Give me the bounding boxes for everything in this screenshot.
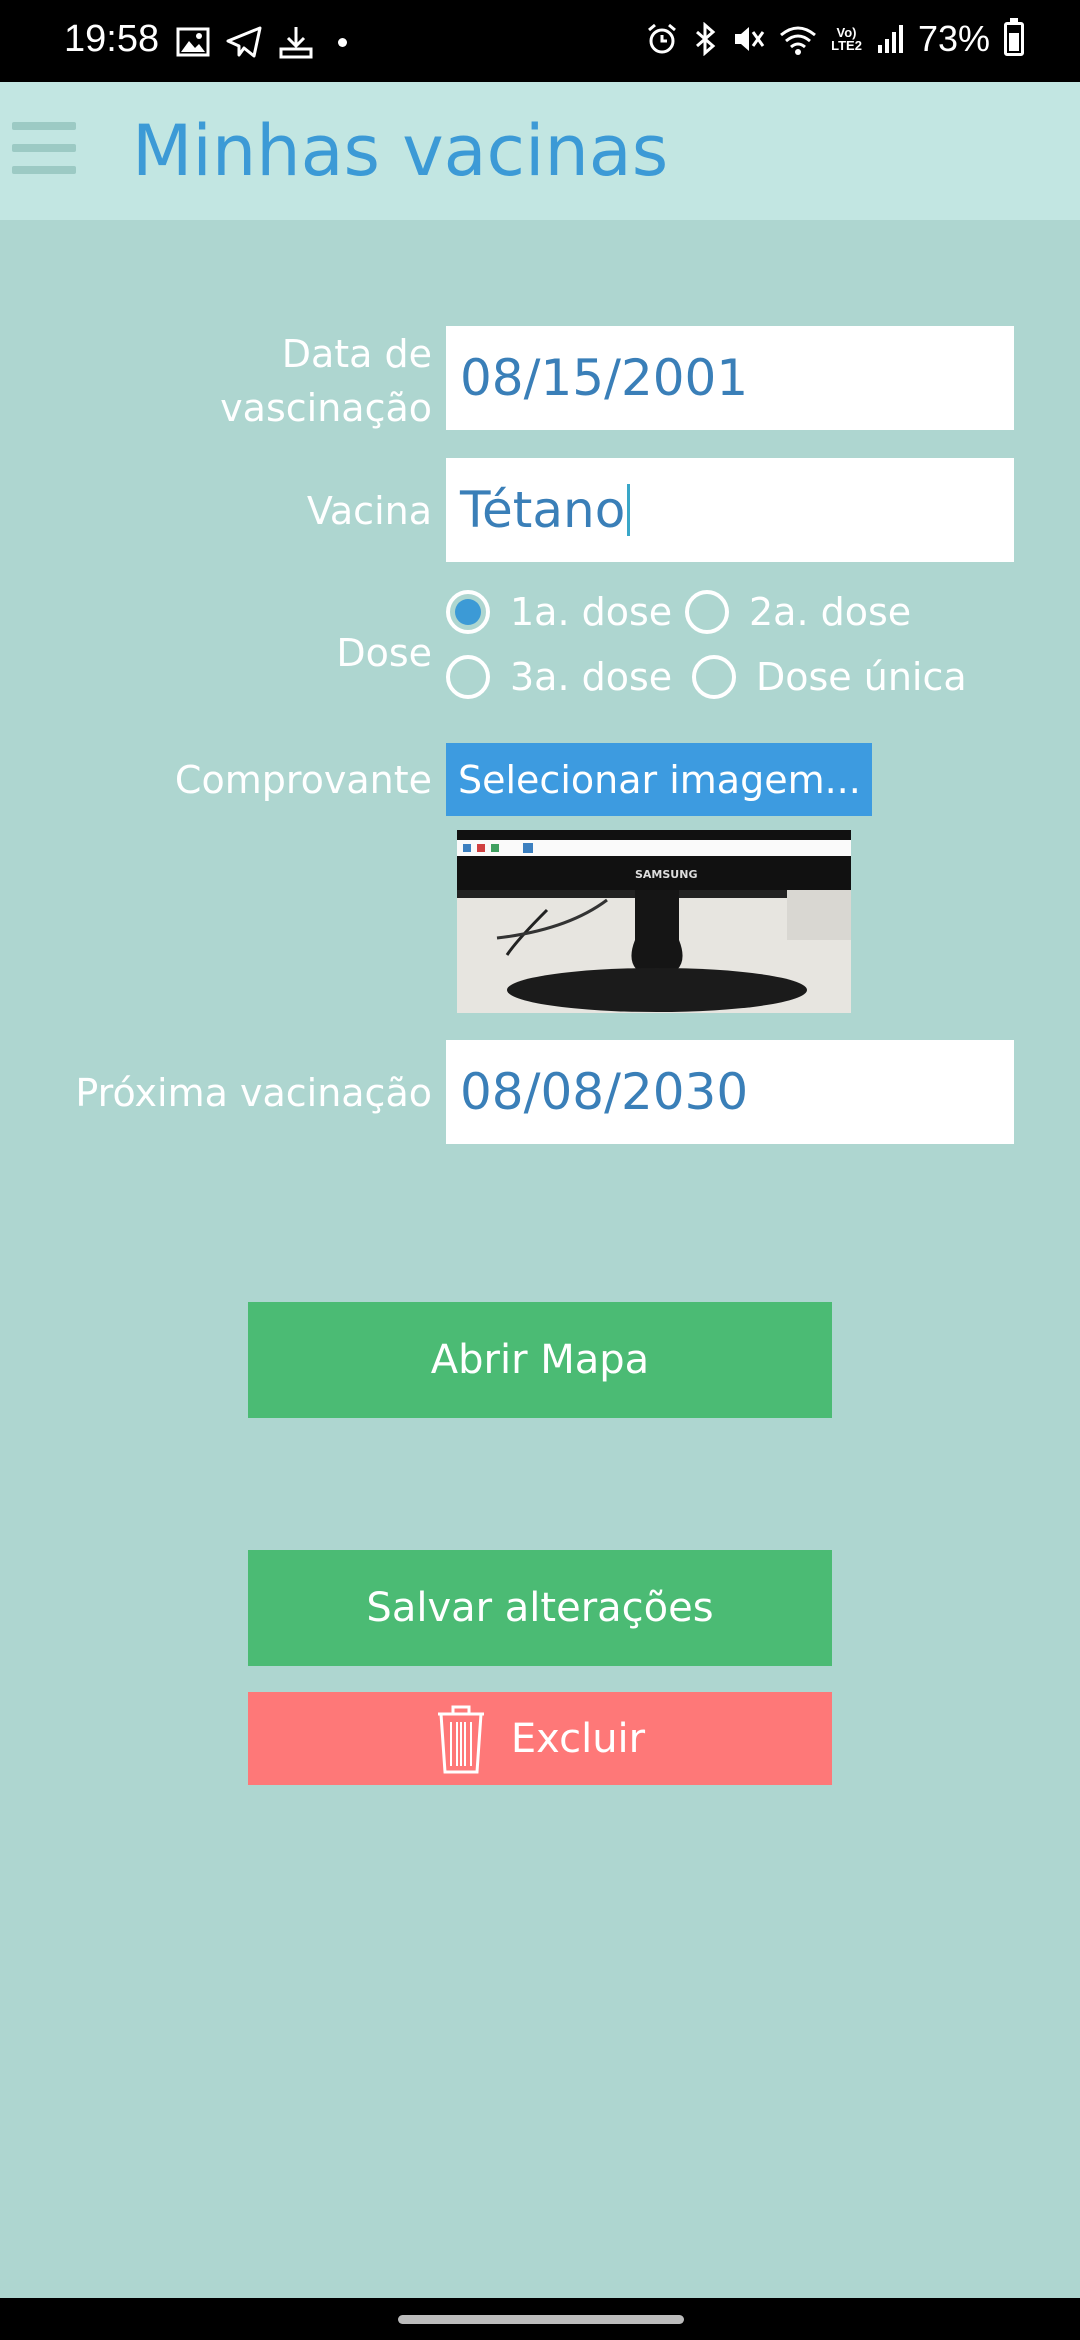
proof-image-brand: SAMSUNG — [635, 868, 697, 881]
status-time: 19:58 — [64, 18, 160, 60]
save-changes-label: Salvar alterações — [366, 1585, 714, 1631]
wifi-icon — [780, 26, 817, 55]
home-gesture-handle[interactable] — [398, 2315, 684, 2324]
vaccine-value: Tétano — [460, 481, 626, 539]
signal-icon — [877, 25, 903, 53]
vaccine-field[interactable]: Tétano — [446, 458, 1014, 562]
dose-option-3[interactable]: 3a. dose — [446, 655, 672, 699]
vaccination-date-field[interactable]: 08/15/2001 — [446, 326, 1014, 430]
hamburger-menu-icon[interactable] — [12, 122, 76, 174]
radio-unchecked-icon[interactable] — [685, 590, 729, 634]
gallery-icon — [176, 27, 210, 57]
proof-image: SAMSUNG — [457, 830, 851, 1013]
proof-label: Comprovante — [174, 758, 432, 802]
dose-option-4[interactable]: Dose única — [692, 655, 967, 699]
dose-option-2[interactable]: 2a. dose — [685, 590, 911, 634]
page-title: Minhas vacinas — [132, 110, 669, 192]
delete-button[interactable]: Excluir — [248, 1692, 832, 1785]
next-vaccination-value: 08/08/2030 — [460, 1063, 749, 1121]
vaccination-date-label: Data de vascinação — [220, 327, 432, 435]
download-icon — [279, 27, 313, 59]
open-map-button[interactable]: Abrir Mapa — [248, 1302, 832, 1418]
text-cursor — [627, 484, 631, 536]
dose-option-1[interactable]: 1a. dose — [446, 590, 672, 634]
select-image-button[interactable]: Selecionar imagem... — [446, 743, 872, 816]
delete-label: Excluir — [510, 1715, 646, 1762]
network-type-badge: Vo) LTE2 — [831, 26, 862, 52]
radio-checked-icon[interactable] — [446, 590, 490, 634]
app-header: Minhas vacinas — [0, 82, 1080, 220]
dose-option-label: Dose única — [756, 655, 967, 699]
vaccination-date-label-line2: vascinação — [220, 386, 432, 430]
save-changes-button[interactable]: Salvar alterações — [248, 1550, 832, 1666]
network-badge-bottom: LTE2 — [831, 38, 862, 53]
dose-option-label: 1a. dose — [510, 590, 673, 634]
radio-unchecked-icon[interactable] — [692, 655, 736, 699]
telegram-icon — [226, 26, 262, 58]
next-vaccination-label: Próxima vacinação — [75, 1071, 432, 1115]
dose-option-label: 2a. dose — [749, 590, 912, 634]
dose-label: Dose — [336, 631, 432, 675]
alarm-icon — [648, 23, 677, 54]
mute-icon — [735, 27, 765, 51]
notification-dot — [338, 37, 347, 47]
vaccine-label: Vacina — [306, 489, 432, 533]
bluetooth-icon — [696, 22, 716, 56]
dose-option-label: 3a. dose — [510, 655, 673, 699]
status-bar: 19:58 Vo) LTE2 73% — [0, 0, 1080, 82]
navigation-bar — [0, 2298, 1080, 2340]
vaccination-date-label-line1: Data de — [281, 332, 432, 376]
open-map-label: Abrir Mapa — [430, 1337, 650, 1383]
next-vaccination-field[interactable]: 08/08/2030 — [446, 1040, 1014, 1144]
battery-percent: 73% — [917, 18, 990, 59]
battery-icon — [1004, 18, 1024, 56]
radio-unchecked-icon[interactable] — [446, 655, 490, 699]
proof-image-photo: SAMSUNG — [457, 830, 851, 1013]
vaccination-date-value: 08/15/2001 — [460, 349, 749, 407]
trash-icon — [437, 1705, 484, 1773]
